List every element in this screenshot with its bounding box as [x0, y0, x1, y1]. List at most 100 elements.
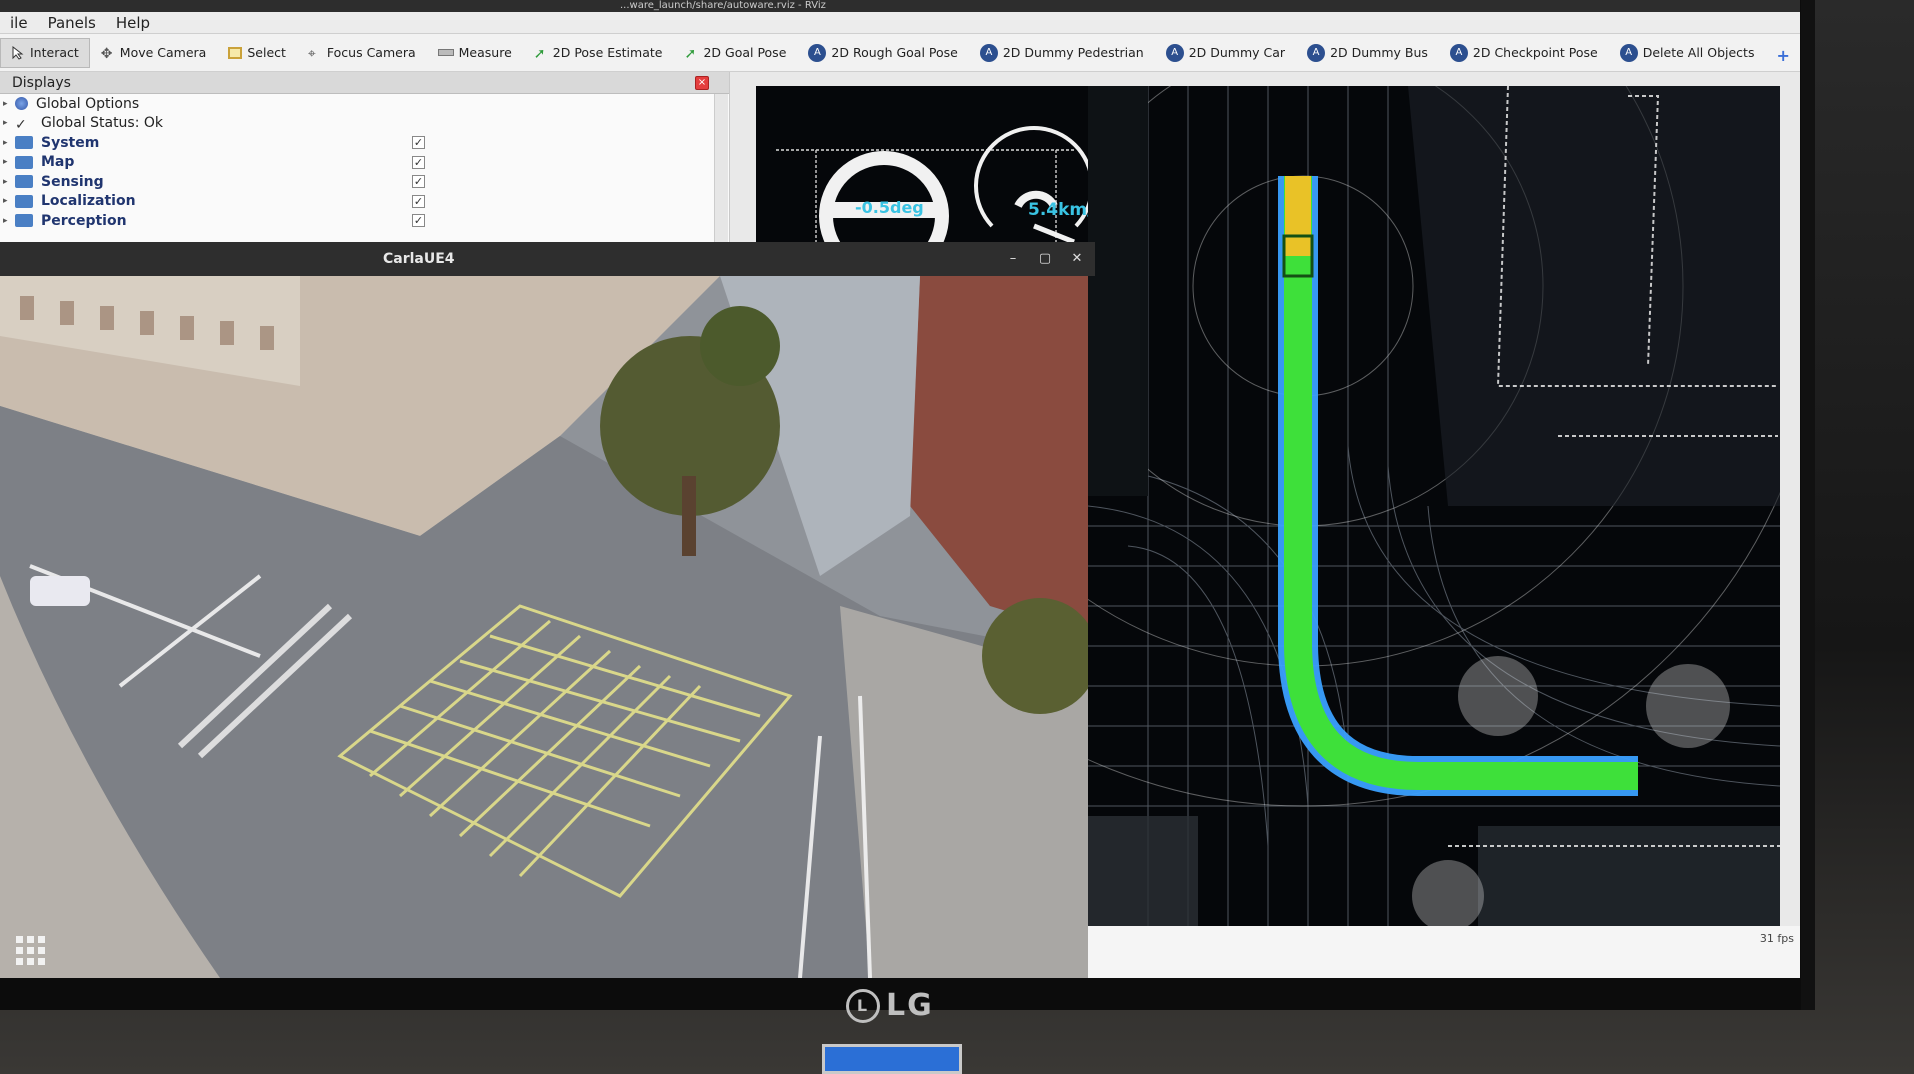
display-tree: ▸ Global Options ▸ ✓ Global Status: Ok ▸…	[0, 94, 729, 231]
monitor-stand-light	[822, 1044, 962, 1074]
close-icon[interactable]: ✕	[1068, 250, 1086, 268]
expand-arrow-icon[interactable]: ▸	[3, 99, 15, 109]
visibility-checkbox[interactable]: ✓	[412, 155, 425, 169]
tree-item-label: Global Status: Ok	[41, 115, 164, 132]
carla-scene	[0, 276, 1088, 978]
lg-logo-icon: L	[846, 988, 880, 1023]
rviz-3d-view[interactable]	[1088, 86, 1780, 926]
visibility-checkbox[interactable]: ✓	[412, 214, 425, 228]
autoware-icon: A	[808, 43, 827, 62]
pose-arrow-icon: ➚	[533, 45, 546, 62]
tool-label: 2D Checkpoint Pose	[1472, 45, 1598, 60]
minimize-icon[interactable]: –	[1004, 250, 1022, 268]
monitor-logo: L LG	[846, 988, 934, 1023]
focus-camera-icon: ⌖	[307, 45, 316, 62]
tree-item-label: Map	[41, 154, 75, 171]
tool-move-camera[interactable]: ✥ Move Camera	[90, 38, 218, 68]
select-box-icon	[228, 46, 243, 59]
tool-2d-dummy-pedestrian[interactable]: A 2D Dummy Pedestrian	[969, 38, 1155, 68]
ruler-icon	[437, 49, 454, 56]
tree-item-localization[interactable]: ▸ Localization ✓	[0, 192, 729, 212]
tool-label: 2D Dummy Bus	[1330, 45, 1428, 60]
menubar: ile Panels Help	[0, 12, 1800, 34]
autoware-icon: A	[979, 43, 998, 62]
tree-item-system[interactable]: ▸ System ✓	[0, 133, 729, 153]
tool-2d-rough-goal-pose[interactable]: A 2D Rough Goal Pose	[797, 38, 968, 68]
fps-readout: 31 fps	[1759, 932, 1794, 945]
tool-label: 2D Rough Goal Pose	[831, 45, 958, 60]
screen: ...ware_launch/share/autoware.rviz - RVi…	[0, 0, 1800, 978]
tool-label: Select	[247, 45, 286, 60]
rviz-toolbar: Interact ✥ Move Camera Select ⌖ Focus Ca…	[0, 34, 1800, 72]
app-grid-icon[interactable]	[14, 934, 48, 968]
tree-item-global-options[interactable]: ▸ Global Options	[0, 94, 729, 114]
visibility-checkbox[interactable]: ✓	[412, 136, 425, 150]
expand-arrow-icon[interactable]: ▸	[3, 157, 15, 167]
close-panel-icon[interactable]: ×	[695, 76, 709, 90]
tool-label: 2D Goal Pose	[703, 45, 787, 60]
tree-item-sensing[interactable]: ▸ Sensing ✓	[0, 172, 729, 192]
expand-arrow-icon[interactable]: ▸	[3, 177, 15, 187]
tree-item-label: Perception	[41, 212, 127, 229]
autoware-icon: A	[1619, 43, 1638, 62]
autoware-icon: A	[1307, 43, 1326, 62]
tool-label: Delete All Objects	[1642, 45, 1755, 60]
carla-simulation-view[interactable]	[0, 276, 1088, 978]
tool-select[interactable]: Select	[217, 38, 297, 68]
move-camera-icon: ✥	[100, 45, 113, 62]
expand-arrow-icon[interactable]: ▸	[3, 196, 15, 206]
tool-2d-pose-estimate[interactable]: ➚ 2D Pose Estimate	[523, 38, 674, 68]
check-icon: ✓	[15, 116, 27, 133]
expand-arrow-icon[interactable]: ▸	[3, 216, 15, 226]
tool-2d-checkpoint-pose[interactable]: A 2D Checkpoint Pose	[1439, 38, 1609, 68]
tool-label: Measure	[458, 45, 512, 60]
globe-icon	[15, 97, 28, 111]
tool-delete-all-objects[interactable]: A Delete All Objects	[1609, 38, 1766, 68]
tool-interact[interactable]: Interact	[0, 37, 90, 68]
monitor-bezel: ...ware_launch/share/autoware.rviz - RVi…	[0, 0, 1815, 1010]
menu-panels[interactable]: Panels	[38, 14, 106, 32]
tree-item-label: Sensing	[41, 173, 104, 190]
vehicle	[30, 576, 90, 606]
folder-icon	[15, 214, 33, 228]
cursor-icon	[11, 45, 25, 60]
add-tool-button[interactable]: +	[1765, 38, 1800, 68]
tool-measure[interactable]: Measure	[427, 38, 523, 68]
folder-icon	[15, 175, 33, 189]
goal-arrow-icon: ➚	[684, 45, 697, 62]
tool-2d-dummy-bus[interactable]: A 2D Dummy Bus	[1296, 38, 1439, 68]
folder-icon	[15, 194, 33, 208]
expand-arrow-icon[interactable]: ▸	[3, 118, 15, 128]
tree-item-global-status[interactable]: ▸ ✓ Global Status: Ok	[0, 114, 729, 134]
expand-arrow-icon[interactable]: ▸	[3, 138, 15, 148]
displays-panel-header: Displays ×	[0, 72, 729, 94]
tool-label: 2D Pose Estimate	[552, 45, 663, 60]
tree-item-label: Global Options	[36, 95, 140, 112]
autoware-icon: A	[1165, 43, 1184, 62]
status-bar: 31 fps	[1088, 926, 1800, 978]
carla-window-titlebar[interactable]: CarlaUE4 – ▢ ✕	[0, 242, 1095, 276]
displays-panel: Displays × ▸ Global Options ▸ ✓ Global S…	[0, 72, 730, 242]
maximize-icon[interactable]: ▢	[1036, 250, 1054, 268]
tool-2d-dummy-car[interactable]: A 2D Dummy Car	[1155, 38, 1296, 68]
visibility-checkbox[interactable]: ✓	[412, 194, 425, 208]
tool-label: Move Camera	[119, 45, 207, 60]
carla-window-title: CarlaUE4	[383, 251, 455, 267]
tree-item-label: System	[41, 134, 100, 151]
displays-scrollbar[interactable]	[714, 94, 728, 242]
tree-item-map[interactable]: ▸ Map ✓	[0, 153, 729, 173]
visibility-checkbox[interactable]: ✓	[412, 175, 425, 189]
steering-angle-readout: -0.5deg	[855, 198, 924, 217]
tool-2d-goal-pose[interactable]: ➚ 2D Goal Pose	[673, 38, 797, 68]
planning-visualization	[1088, 86, 1780, 926]
tool-label: 2D Dummy Pedestrian	[1002, 45, 1144, 60]
tool-label: Focus Camera	[326, 45, 416, 60]
displays-title: Displays	[12, 74, 71, 91]
autoware-icon: A	[1449, 43, 1468, 62]
tree-item-perception[interactable]: ▸ Perception ✓	[0, 211, 729, 231]
plus-icon: +	[1776, 45, 1790, 65]
window-titlebar: ...ware_launch/share/autoware.rviz - RVi…	[0, 0, 1800, 12]
tool-focus-camera[interactable]: ⌖ Focus Camera	[297, 38, 427, 68]
menu-help[interactable]: Help	[106, 14, 160, 32]
menu-file[interactable]: ile	[0, 14, 38, 32]
